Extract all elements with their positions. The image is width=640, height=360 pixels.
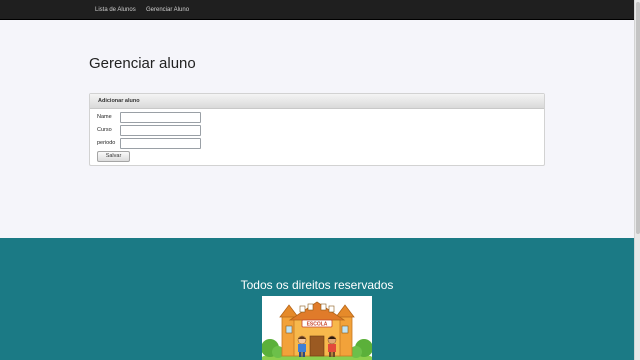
top-navbar: Lista de Alunos Gerenciar Aluno xyxy=(0,0,634,20)
scrollbar-thumb[interactable] xyxy=(636,2,640,234)
curso-label: Curso xyxy=(97,127,112,133)
name-input[interactable] xyxy=(120,112,201,123)
school-illustration: ESCOLA xyxy=(262,296,372,360)
school-sign-text: ESCOLA xyxy=(307,322,328,328)
periodo-input[interactable] xyxy=(120,138,201,149)
save-button[interactable]: Salvar xyxy=(97,151,130,162)
footer-copyright-text: Todos os direitos reservados xyxy=(240,278,394,292)
page-title: Gerenciar aluno xyxy=(89,55,196,72)
nav-item-lista-de-alunos[interactable]: Lista de Alunos xyxy=(95,0,136,20)
periodo-label: periodo xyxy=(97,140,116,146)
footer: Todos os direitos reservados ESCOLA xyxy=(0,238,634,360)
name-label: Name xyxy=(97,114,112,120)
add-student-panel: Adicionar aluno Name Curso periodo Salva… xyxy=(89,93,545,166)
school-illustration-graphic: ESCOLA xyxy=(262,296,372,360)
curso-input[interactable] xyxy=(120,125,201,136)
panel-header: Adicionar aluno xyxy=(90,94,544,109)
vertical-scrollbar[interactable] xyxy=(634,0,640,360)
nav-item-gerenciar-aluno[interactable]: Gerenciar Aluno xyxy=(146,0,189,20)
